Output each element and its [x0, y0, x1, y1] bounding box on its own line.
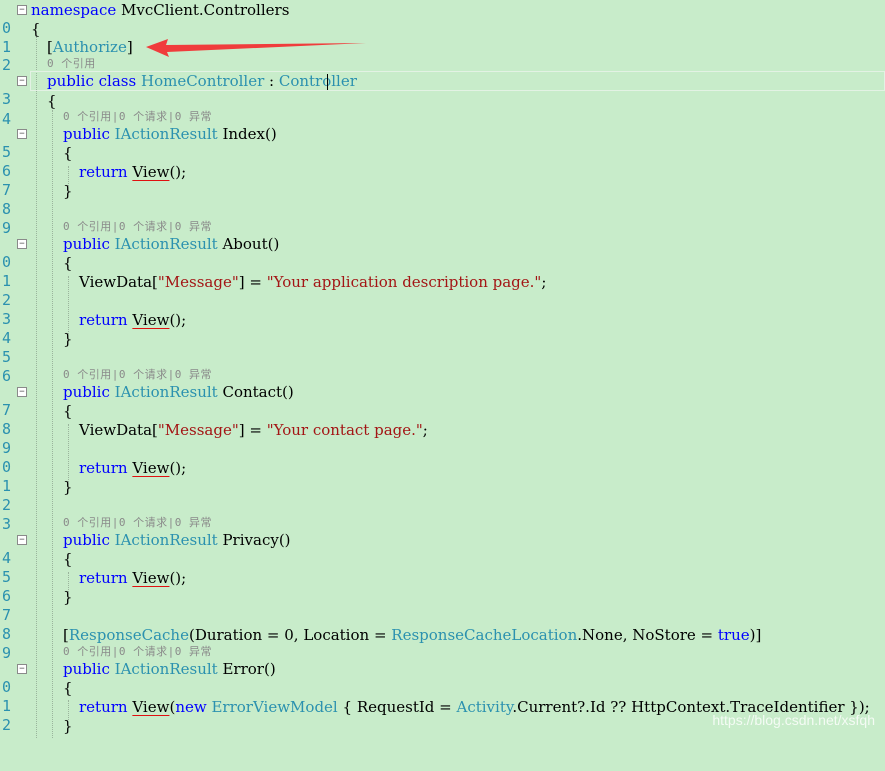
arrow-shape [146, 39, 366, 57]
annotation-arrow-icon [146, 39, 366, 57]
watermark: https://blog.csdn.net/xsfqh [712, 712, 875, 728]
code-editor[interactable]: 0 − namespace MvcClient.Controllers 1 { … [0, 0, 885, 738]
